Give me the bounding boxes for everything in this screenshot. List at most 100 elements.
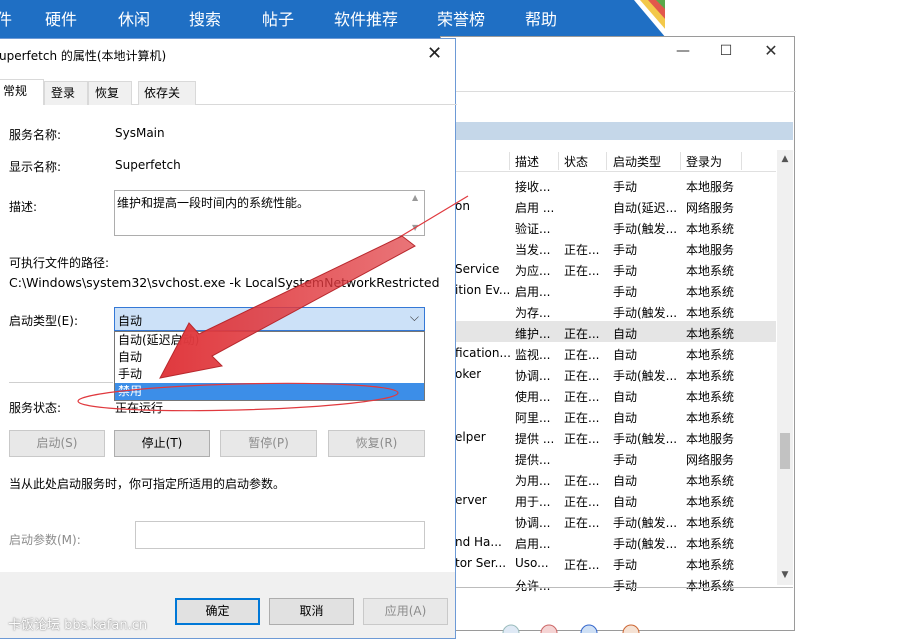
table-row[interactable]: 验证... 手动(触发... 本地系统 (441, 216, 776, 237)
option-auto-delayed[interactable]: 自动(延迟启动) (115, 332, 424, 349)
table-row[interactable]: oker 协调... 正在... 手动(触发... 本地系统 (441, 363, 776, 384)
scroll-thumb[interactable] (780, 433, 790, 469)
chevron-down-icon[interactable]: ⌵ (410, 310, 419, 325)
nav-item-leisure[interactable]: 休闲 (118, 0, 150, 38)
startup-type-cell: 自动 (613, 390, 638, 404)
startup-type-label: 启动类型(E): (9, 314, 78, 328)
table-row[interactable]: 提供... 手动 网络服务 (441, 447, 776, 468)
services-header-bar (441, 122, 793, 140)
nav-item-help[interactable]: 帮助 (525, 0, 557, 38)
description-cell: 当发... (515, 243, 551, 257)
table-row[interactable]: 为存... 手动(触发... 本地系统 (441, 300, 776, 321)
scroll-down-icon[interactable]: ▼ (777, 570, 793, 580)
minimize-icon[interactable]: — (673, 43, 693, 59)
cancel-button[interactable]: 取消 (269, 598, 354, 625)
service-name-cell: on (455, 199, 470, 213)
close-icon[interactable]: ✕ (761, 41, 781, 60)
logon-cell: 本地系统 (686, 495, 735, 509)
nav-item-software[interactable]: 软件推荐 (334, 0, 398, 38)
table-row[interactable]: ition Ev... 启用... 手动 本地系统 (441, 279, 776, 300)
logon-cell: 本地系统 (686, 474, 735, 488)
table-row[interactable]: nd Ha... 启用... 手动(触发... 本地系统 (441, 531, 776, 552)
dialog-title: uperfetch 的属性(本地计算机) (0, 49, 167, 63)
logon-cell: 本地系统 (686, 558, 735, 572)
nav-item-partial[interactable]: 件 (0, 0, 12, 38)
startup-type-cell: 手动 (613, 180, 638, 194)
start-button[interactable]: 启动(S) (9, 430, 105, 457)
service-name-cell: erver (455, 493, 487, 507)
scroll-up-icon[interactable]: ▲ (412, 193, 418, 202)
start-params-input[interactable] (135, 521, 425, 549)
nav-item-posts[interactable]: 帖子 (262, 0, 294, 38)
table-row[interactable]: 当发... 正在... 手动 本地服务 (441, 237, 776, 258)
status-cell: 正在... (564, 243, 600, 257)
resume-button[interactable]: 恢复(R) (328, 430, 425, 457)
startup-type-cell: 手动(触发... (613, 306, 678, 320)
column-header-startup-type[interactable]: 启动类型 (613, 153, 661, 170)
table-row[interactable]: 接收... 手动 本地服务 (441, 174, 776, 195)
option-auto[interactable]: 自动 (115, 349, 424, 366)
table-row[interactable]: 协调... 正在... 手动(触发... 本地系统 (441, 510, 776, 531)
table-row[interactable]: 允许... 手动 本地系统 (441, 573, 776, 594)
tab-recovery[interactable]: 恢复 (88, 81, 132, 105)
option-manual[interactable]: 手动 (115, 366, 424, 383)
watermark: 卡饭论坛 bbs.kafan.cn (8, 618, 148, 633)
column-header-description[interactable]: 描述 (515, 153, 539, 170)
table-row[interactable]: Service 为应... 正在... 手动 本地系统 (441, 258, 776, 279)
option-disabled[interactable]: 禁用 (115, 383, 424, 400)
column-header-status[interactable]: 状态 (564, 153, 588, 170)
table-row[interactable]: 为用... 正在... 自动 本地系统 (441, 468, 776, 489)
column-header-logon[interactable]: 登录为 (686, 153, 722, 170)
nav-item-honors[interactable]: 荣誉榜 (437, 0, 485, 38)
logon-cell: 网络服务 (686, 453, 735, 467)
table-row[interactable]: fication... 监视... 正在... 自动 本地系统 (441, 342, 776, 363)
logon-cell: 本地系统 (686, 264, 735, 278)
nav-item-search[interactable]: 搜索 (189, 0, 221, 38)
logon-cell: 本地系统 (686, 579, 735, 593)
description-cell: 提供 ... (515, 432, 555, 446)
services-scrollbar[interactable]: ▲ ▼ (777, 150, 793, 585)
service-status-label: 服务状态: (9, 401, 62, 415)
ok-button[interactable]: 确定 (175, 598, 260, 625)
table-row[interactable]: erver 用于... 正在... 自动 本地系统 (441, 489, 776, 510)
exe-path-value: C:\Windows\system32\svchost.exe -k Local… (9, 275, 440, 290)
table-row[interactable]: tor Ser... Uso... 正在... 手动 本地系统 (441, 552, 776, 573)
status-cell: 正在... (564, 474, 600, 488)
startup-type-cell: 手动(触发... (613, 222, 678, 236)
tab-dependencies[interactable]: 依存关系 (138, 81, 196, 123)
logon-cell: 本地系统 (686, 537, 735, 551)
description-cell: 阿里... (515, 411, 551, 425)
logon-cell: 网络服务 (686, 201, 735, 215)
startup-type-cell: 手动(触发... (613, 432, 678, 446)
maximize-icon[interactable]: ☐ (716, 43, 736, 59)
divider (441, 91, 796, 92)
logon-cell: 本地系统 (686, 306, 735, 320)
description-text: 维护和提高一段时间内的系统性能。 (117, 196, 310, 210)
table-row[interactable]: on 启用 ... 自动(延迟... 网络服务 (441, 195, 776, 216)
table-row[interactable]: 维护... 正在... 自动 本地系统 (441, 321, 776, 342)
startup-type-cell: 手动(触发... (613, 516, 678, 530)
description-textbox[interactable]: 维护和提高一段时间内的系统性能。 ▲ ▼ (114, 190, 425, 236)
nav-item-hardware[interactable]: 硬件 (45, 0, 77, 38)
close-icon[interactable]: ✕ (427, 43, 442, 64)
status-cell: 正在... (564, 348, 600, 362)
logon-cell: 本地系统 (686, 411, 735, 425)
description-cell: 验证... (515, 222, 551, 236)
exe-path-label: 可执行文件的路径: (9, 256, 110, 270)
startup-type-cell: 自动 (613, 327, 638, 341)
tab-general[interactable]: 常规 (0, 79, 44, 106)
tab-logon[interactable]: 登录 (44, 81, 88, 105)
services-window: — ☐ ✕ 描述 状态 启动类型 登录为 接收... 手动 本地服务 on 启用 ...… (440, 36, 796, 639)
description-cell: 用于... (515, 495, 551, 509)
table-row[interactable]: 阿里... 正在... 自动 本地系统 (441, 405, 776, 426)
description-cell: 为用... (515, 474, 551, 488)
table-row[interactable]: elper 提供 ... 正在... 手动(触发... 本地服务 (441, 426, 776, 447)
pause-button[interactable]: 暂停(P) (220, 430, 317, 457)
table-row[interactable]: 使用... 正在... 自动 本地系统 (441, 384, 776, 405)
stop-button[interactable]: 停止(T) (114, 430, 210, 457)
scroll-down-icon[interactable]: ▼ (412, 223, 418, 232)
startup-type-select[interactable]: 自动 ⌵ (114, 307, 425, 331)
scroll-up-icon[interactable]: ▲ (777, 154, 793, 164)
description-scrollbar[interactable]: ▲ ▼ (409, 191, 424, 235)
apply-button[interactable]: 应用(A) (363, 598, 448, 625)
